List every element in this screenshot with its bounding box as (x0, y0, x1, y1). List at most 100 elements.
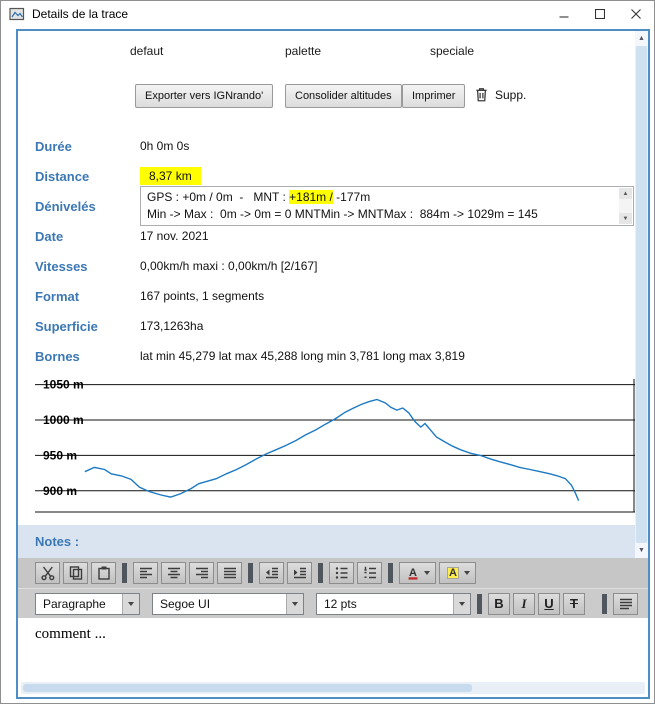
chevron-down-icon[interactable] (453, 594, 470, 614)
deniveles-label: Dénivelés (35, 199, 140, 214)
indent-button[interactable] (287, 562, 312, 584)
chevron-down-icon (424, 571, 430, 575)
deniveles-line1-pre: GPS : +0m / 0m - MNT : (147, 190, 289, 204)
horizontal-scrollbar-thumb[interactable] (23, 684, 472, 692)
deniveles-line1: GPS : +0m / 0m - MNT : +181m / -177m (147, 189, 615, 206)
toolbar-separator (248, 563, 253, 583)
font-name-select[interactable]: Segoe UI (152, 593, 304, 615)
bold-button[interactable]: B (488, 593, 510, 615)
paste-icon (96, 565, 112, 581)
deniveles-scroll-down-icon[interactable]: ▼ (619, 213, 632, 224)
chevron-down-icon[interactable] (286, 594, 303, 614)
date-value: 17 nov. 2021 (140, 229, 209, 243)
titlebar: Details de la trace (1, 1, 654, 27)
elevation-chart: 1050 m 1000 m 950 m 900 m (35, 371, 635, 518)
deniveles-scrollbar[interactable]: ▲ ▼ (619, 188, 632, 224)
bornes-value: lat min 45,279 lat max 45,288 long min 3… (140, 349, 465, 363)
paragraph-align-button[interactable] (613, 593, 638, 615)
numbered-list-button[interactable] (357, 562, 382, 584)
font-color-icon: A (405, 565, 421, 581)
align-justify-button[interactable] (217, 562, 242, 584)
copy-button[interactable] (63, 562, 88, 584)
date-label: Date (35, 229, 140, 244)
actions-row: Exporter vers IGNrando' Consolider altit… (18, 84, 648, 108)
trash-icon (475, 87, 488, 102)
bullet-list-button[interactable] (329, 562, 354, 584)
vertical-scrollbar[interactable]: ▲ ▼ (635, 31, 648, 558)
deniveles-scroll-up-icon[interactable]: ▲ (619, 188, 632, 199)
row-superficie: Superficie 173,1263ha (18, 311, 648, 341)
notes-edit-area[interactable]: comment ... (18, 618, 648, 680)
tab-defaut[interactable]: defaut (130, 44, 163, 58)
font-size-value: 12 pts (317, 597, 453, 611)
svg-text:A: A (409, 567, 417, 579)
format-label: Format (35, 289, 140, 304)
superficie-value: 173,1263ha (140, 319, 203, 333)
align-center-button[interactable] (161, 562, 186, 584)
maximize-button[interactable] (582, 2, 618, 27)
delete-label: Supp. (495, 88, 526, 102)
notes-comment-text: comment ... (35, 626, 106, 642)
export-ignrando-button[interactable]: Exporter vers IGNrando' (135, 84, 273, 108)
row-duree: Durée 0h 0m 0s (18, 131, 648, 161)
copy-icon (68, 565, 84, 581)
strikethrough-button[interactable]: T (563, 593, 585, 615)
window-icon[interactable] (9, 6, 25, 22)
tab-palette[interactable]: palette (285, 44, 321, 58)
align-left-icon (138, 565, 154, 581)
svg-text:950 m: 950 m (43, 448, 77, 462)
deniveles-line1-post: -177m (333, 190, 370, 204)
superficie-label: Superficie (35, 319, 140, 334)
cut-button[interactable] (35, 562, 60, 584)
scroll-down-icon[interactable]: ▼ (635, 543, 648, 558)
duree-value: 0h 0m 0s (140, 139, 189, 153)
font-size-select[interactable]: 12 pts (316, 593, 471, 615)
track-details-window: Details de la trace defaut palette speci… (0, 0, 655, 704)
minimize-icon (559, 9, 569, 19)
row-deniveles: Dénivelés GPS : +0m / 0m - MNT : +181m /… (18, 191, 648, 221)
align-center-icon (166, 565, 182, 581)
toolbar-separator (388, 563, 393, 583)
deniveles-box[interactable]: GPS : +0m / 0m - MNT : +181m / -177m Min… (140, 186, 634, 226)
align-justify-icon (222, 565, 238, 581)
chevron-down-icon (464, 571, 470, 575)
svg-text:1050 m: 1050 m (43, 378, 84, 392)
consolidate-altitudes-button[interactable]: Consolider altitudes (285, 84, 402, 108)
vitesses-label: Vitesses (35, 259, 140, 274)
highlight-color-button[interactable]: A (439, 562, 476, 584)
align-right-button[interactable] (189, 562, 214, 584)
indent-icon (292, 565, 308, 581)
toolbar-separator (602, 594, 607, 614)
minimize-button[interactable] (546, 2, 582, 27)
align-lines-icon (618, 596, 634, 612)
duree-label: Durée (35, 139, 140, 154)
scroll-up-icon[interactable]: ▲ (635, 31, 648, 46)
svg-text:900 m: 900 m (43, 484, 77, 498)
paragraph-style-select[interactable]: Paragraphe (35, 593, 140, 615)
toolbar-separator (318, 563, 323, 583)
tab-speciale[interactable]: speciale (430, 44, 474, 58)
font-color-button[interactable]: A (399, 562, 436, 584)
underline-button[interactable]: U (538, 593, 560, 615)
paste-button[interactable] (91, 562, 116, 584)
paragraph-style-value: Paragraphe (36, 597, 122, 611)
chevron-down-icon[interactable] (122, 594, 139, 614)
outdent-button[interactable] (259, 562, 284, 584)
bornes-label: Bornes (35, 349, 140, 364)
notes-label: Notes : (35, 534, 79, 549)
font-name-value: Segoe UI (153, 597, 286, 611)
svg-text:1000 m: 1000 m (43, 413, 84, 427)
italic-button[interactable]: I (513, 593, 535, 615)
bullet-list-icon (334, 565, 350, 581)
close-button[interactable] (618, 2, 654, 27)
print-button[interactable]: Imprimer (402, 84, 465, 108)
align-left-button[interactable] (133, 562, 158, 584)
notes-band: Notes : (18, 525, 648, 558)
window-title: Details de la trace (32, 7, 546, 21)
delete-button[interactable]: Supp. (475, 87, 526, 102)
vertical-scrollbar-thumb[interactable] (636, 46, 647, 543)
maximize-icon (595, 9, 605, 19)
deniveles-line1-highlight: +181m / (289, 190, 333, 204)
tab-strip: defaut palette speciale (18, 43, 648, 61)
horizontal-scrollbar[interactable] (21, 682, 645, 694)
